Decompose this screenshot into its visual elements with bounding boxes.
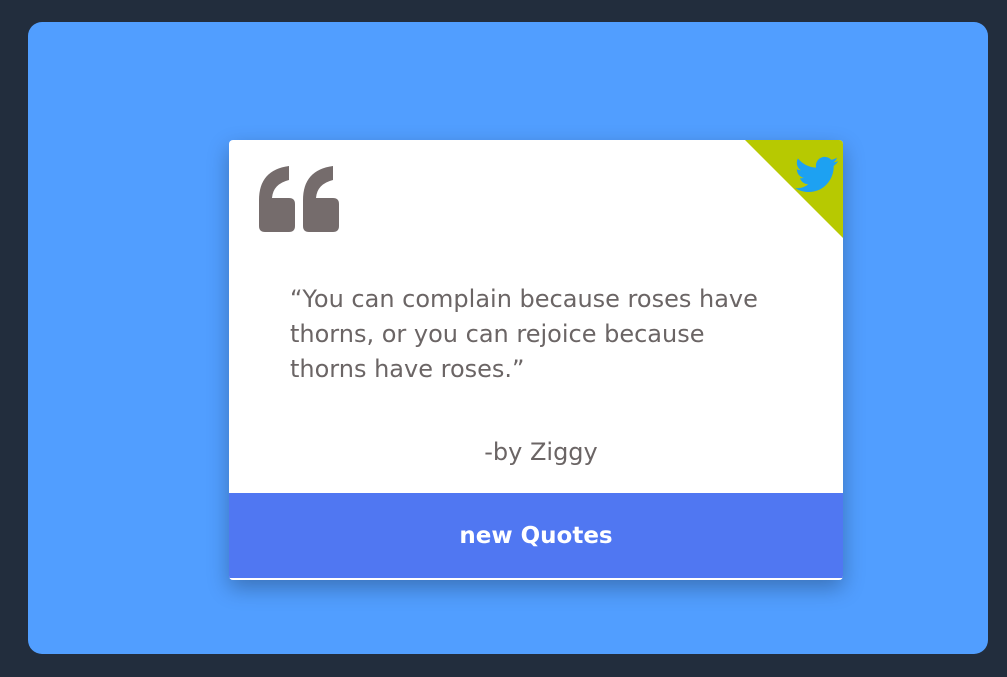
twitter-icon [795,156,839,193]
quote-mark-icon [259,166,339,232]
quote-text: “You can complain because roses have tho… [290,285,758,383]
quote-card: “You can complain because roses have tho… [229,140,843,580]
new-quote-button[interactable]: new Quotes [229,493,843,580]
app-frame: “You can complain because roses have tho… [28,22,988,654]
tweet-button[interactable] [745,140,843,238]
quote-author: -by Ziggy [484,438,598,466]
